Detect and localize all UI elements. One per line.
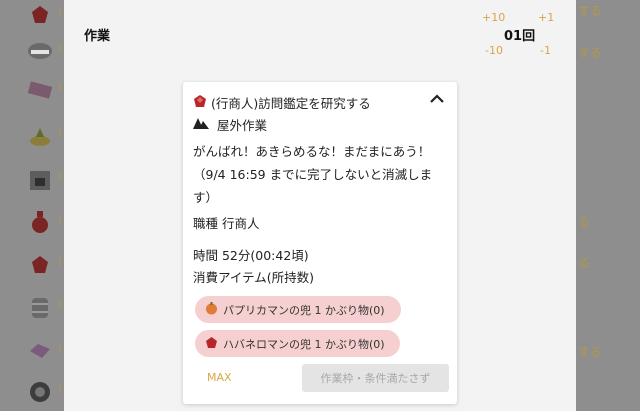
red-gem-icon	[26, 251, 54, 279]
list-item-count: (	[58, 41, 63, 54]
work-location: 屋外作業	[193, 115, 267, 134]
list-item-action[interactable]: する	[578, 343, 602, 360]
furnace-icon	[26, 166, 54, 194]
habanero-helmet-icon	[205, 336, 218, 352]
list-item-action[interactable]: る	[578, 213, 590, 230]
list-item-action[interactable]: する	[578, 2, 602, 19]
task-title-text: (行商人)訪問鑑定を研究する	[211, 96, 371, 111]
list-item-count: (	[58, 212, 63, 225]
job-type: 職種 行商人	[193, 216, 260, 231]
consume-items-label: 消費アイテム(所持数)	[193, 270, 315, 285]
task-time: 時間 52分(00:42頃)	[193, 248, 309, 263]
plant-pot-icon	[26, 122, 54, 150]
work-location-text: 屋外作業	[217, 118, 268, 133]
minus-10-button[interactable]: -10	[485, 44, 503, 57]
list-item-count: (	[58, 80, 63, 93]
ring-icon	[26, 378, 54, 406]
plus-1-button[interactable]: +1	[538, 11, 554, 24]
minus-1-button[interactable]: -1	[540, 44, 551, 57]
list-item-count: (	[58, 170, 63, 183]
list-item-count: (	[58, 5, 63, 18]
paprika-helmet-icon	[205, 301, 218, 318]
repeat-count: 01回	[504, 29, 536, 44]
list-item-action[interactable]: る	[578, 254, 590, 271]
barrel-icon	[26, 294, 54, 322]
red-gem-icon	[193, 94, 207, 111]
consume-item-chip[interactable]: ハバネロマンの兜 1 かぶり物(0)	[195, 330, 400, 357]
task-title: (行商人)訪問鑑定を研究する	[193, 93, 371, 112]
max-button[interactable]: MAX	[207, 371, 232, 384]
panel-title: 作業	[84, 29, 111, 44]
list-item-count: (	[58, 255, 63, 268]
list-item-count: (	[58, 298, 63, 311]
list-item-count: (	[58, 382, 63, 395]
task-description: がんばれ！あきらめるな！まだまにあう！（9/4 16:59 までに完了しないと消…	[193, 144, 433, 205]
red-gem-icon	[26, 1, 54, 29]
list-item-action[interactable]: する	[578, 44, 602, 61]
consume-item-label: パプリカマンの兜 1 かぶり物(0)	[223, 303, 385, 317]
list-item-count: (	[58, 126, 63, 139]
scroll-icon	[26, 76, 54, 104]
chevron-up-icon[interactable]	[429, 91, 445, 107]
helmet-icon	[26, 37, 54, 65]
consume-item-chip[interactable]: パプリカマンの兜 1 かぶり物(0)	[195, 296, 401, 323]
start-work-button[interactable]: 作業枠・条件満たさず	[302, 364, 449, 392]
mountain-icon	[193, 116, 209, 133]
crystal-icon	[26, 337, 54, 365]
potion-icon	[26, 208, 54, 236]
task-card: (行商人)訪問鑑定を研究する 屋外作業 がんばれ！あきらめるな！まだまにあう！（…	[183, 82, 457, 404]
plus-10-button[interactable]: +10	[482, 11, 505, 24]
list-item-count: (	[58, 341, 63, 354]
consume-item-label: ハバネロマンの兜 1 かぶり物(0)	[223, 337, 385, 351]
